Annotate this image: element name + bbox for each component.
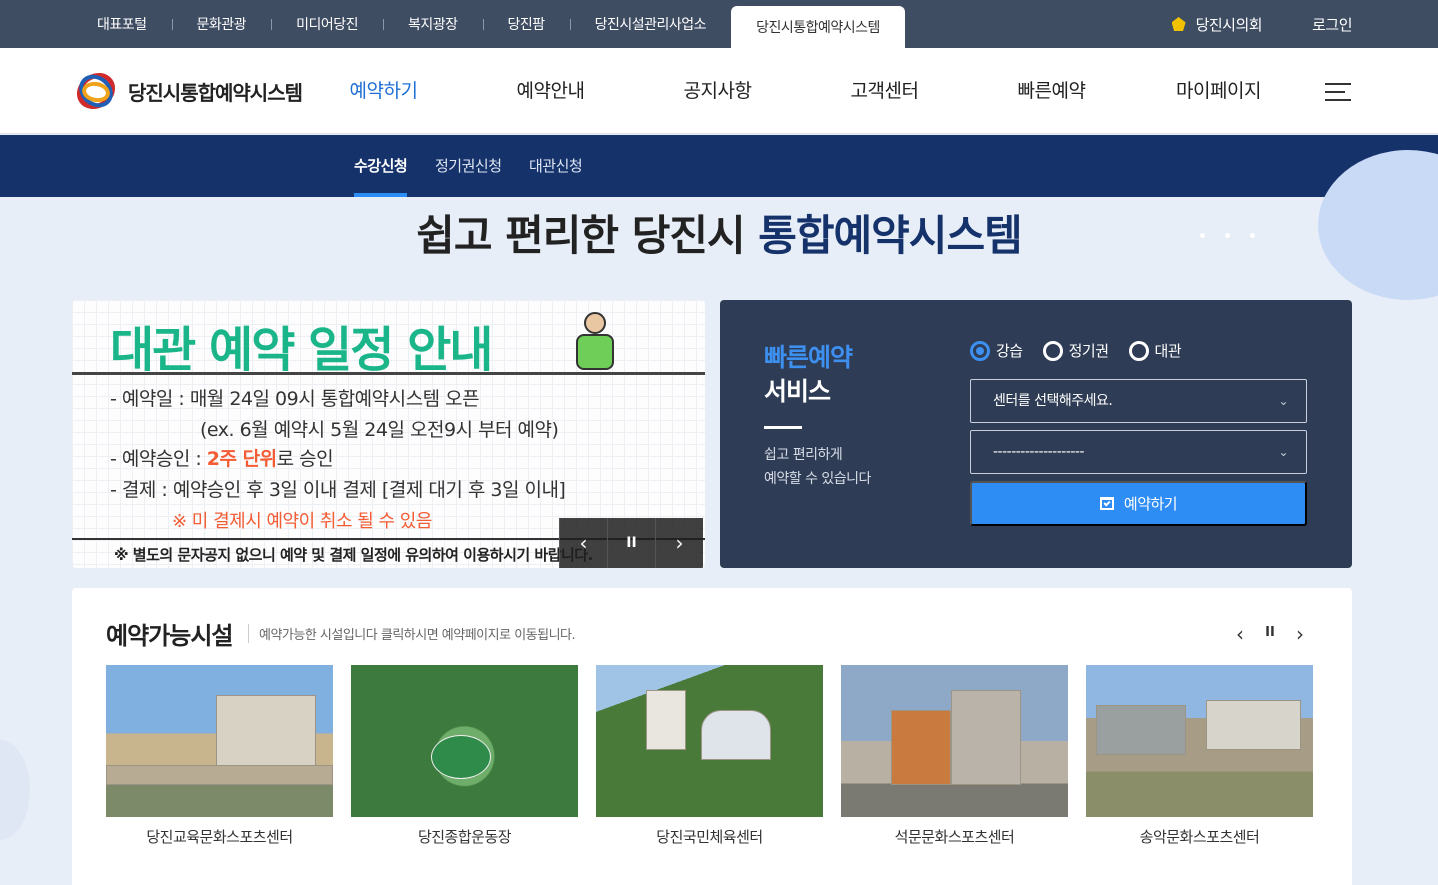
facility-card[interactable]: 당진국민체육센터	[596, 665, 823, 847]
portal-link-main[interactable]: 대표포털	[72, 0, 172, 48]
portal-links: 대표포털 문화관광 미디어당진 복지광장 당진팜 당진시설관리사업소 당진시통합…	[72, 0, 905, 48]
facility-photo	[1086, 665, 1313, 817]
logo-emblem-icon	[69, 65, 123, 117]
menu-icon[interactable]	[1325, 83, 1351, 101]
facilities-pause-button[interactable]: II	[1262, 622, 1278, 646]
quick-title-2: 서비스	[764, 377, 831, 406]
sub-nav: 수강신청 정기권신청 대관신청	[0, 135, 1438, 197]
facilities-subtitle: 예약가능한 시설입니다 클릭하시면 예약페이지로 이동됩니다.	[248, 624, 576, 643]
hero-title-plain: 쉽고 편리한 당진시	[416, 211, 759, 260]
facilities-prev-button[interactable]: ‹	[1232, 622, 1248, 646]
facility-photo	[351, 665, 578, 817]
nav-guide[interactable]: 예약안내	[467, 48, 634, 134]
banner-title: 대관 예약 일정 안내	[110, 322, 493, 378]
subnav-course[interactable]: 수강신청	[354, 135, 408, 197]
facility-name: 송악문화스포츠센터	[1139, 828, 1260, 846]
nav-mypage[interactable]: 마이페이지	[1135, 48, 1302, 134]
facility-cards: 당진교육문화스포츠센터 당진종합운동장 당진국민체육센터 석문문화스포츠센터 송…	[106, 665, 1313, 847]
hero-title: 쉽고 편리한 당진시 통합예약시스템	[0, 202, 1438, 263]
site-logo[interactable]: 당진시통합예약시스템	[69, 65, 303, 117]
radio-checked-icon	[970, 340, 990, 361]
banner-controls: ‹ II ›	[559, 518, 703, 568]
nav-support[interactable]: 고객센터	[801, 48, 968, 134]
radio-pass[interactable]: 정기권	[1042, 340, 1109, 361]
banner-line-2: (ex. 6월 예약시 5월 24일 오전9시 부터 예약)	[200, 419, 559, 441]
mascot-image	[564, 302, 624, 374]
banner-next-button[interactable]: ›	[655, 518, 703, 568]
logo-text: 당진시통합예약시스템	[128, 80, 303, 105]
portal-link-facility-office[interactable]: 당진시설관리사업소	[569, 0, 731, 48]
booking-type-radios: 강습 정기권 대관	[970, 340, 1182, 361]
facilities-title: 예약가능시설	[106, 622, 233, 650]
banner-note: ※ 별도의 문자공지 없으니 예약 및 결제 일정에 유의하여 이용하시기 바랍…	[114, 546, 593, 564]
facility-card[interactable]: 당진교육문화스포츠센터	[106, 665, 333, 847]
topbar-right: 당진시의회 로그인	[1171, 0, 1352, 48]
portal-link-culture[interactable]: 문화관광	[171, 0, 272, 48]
banner-warning: ※ 미 결제시 예약이 취소 될 수 있음	[172, 511, 432, 532]
notice-banner[interactable]: 대관 예약 일정 안내 - 예약일 : 매월 24일 09시 통합예약시스템 오…	[72, 300, 705, 568]
portal-link-welfare[interactable]: 복지광장	[382, 0, 483, 48]
banner-line-1: - 예약일 : 매월 24일 09시 통합예약시스템 오픈	[110, 388, 480, 410]
main-nav: 예약하기 예약안내 공지사항 고객센터 빠른예약 마이페이지	[300, 48, 1302, 134]
facility-photo	[841, 665, 1068, 817]
facility-name: 당진교육문화스포츠센터	[146, 828, 293, 846]
banner-line-4: - 결제 : 예약승인 후 3일 이내 결제 [결제 대기 후 3일 이내]	[110, 479, 566, 501]
radio-course[interactable]: 강습	[970, 340, 1023, 361]
portal-link-farm[interactable]: 당진팜	[482, 0, 570, 48]
portal-link-reservation[interactable]: 당진시통합예약시스템	[731, 6, 905, 48]
facility-photo	[106, 665, 333, 817]
subnav-pass[interactable]: 정기권신청	[435, 135, 502, 197]
quick-desc-1: 쉽고 편리하게	[764, 447, 843, 463]
quick-desc-2: 예약할 수 있습니다	[764, 471, 871, 487]
council-emblem-icon	[1171, 17, 1186, 31]
radio-unchecked-icon	[1128, 340, 1149, 361]
facilities-section: 예약가능시설 예약가능한 시설입니다 클릭하시면 예약페이지로 이동됩니다. ‹…	[72, 588, 1352, 885]
main-header: 당진시통합예약시스템 예약하기 예약안내 공지사항 고객센터 빠른예약 마이페이…	[0, 48, 1438, 134]
calendar-check-icon	[1099, 497, 1114, 510]
nav-notice[interactable]: 공지사항	[634, 48, 801, 134]
facility-card[interactable]: 석문문화스포츠센터	[841, 665, 1068, 847]
facilities-next-button[interactable]: ›	[1292, 622, 1308, 646]
facility-name: 석문문화스포츠센터	[894, 828, 1015, 846]
council-label: 당진시의회	[1195, 15, 1263, 34]
reserve-button[interactable]: 예약하기	[970, 481, 1307, 526]
program-select[interactable]: -------------------- ⌄	[970, 430, 1307, 474]
facility-card[interactable]: 당진종합운동장	[351, 665, 578, 847]
facility-photo	[596, 665, 823, 817]
chevron-down-icon: ⌄	[1278, 445, 1288, 459]
facilities-controls: ‹ II ›	[1232, 622, 1308, 646]
council-link[interactable]: 당진시의회	[1171, 14, 1263, 35]
nav-reserve[interactable]: 예약하기	[300, 48, 467, 134]
top-utility-bar: 대표포털 문화관광 미디어당진 복지광장 당진팜 당진시설관리사업소 당진시통합…	[0, 0, 1438, 48]
login-link[interactable]: 로그인	[1312, 14, 1352, 35]
radio-rental[interactable]: 대관	[1128, 340, 1182, 361]
nav-quick-reserve[interactable]: 빠른예약	[968, 48, 1135, 134]
radio-unchecked-icon	[1042, 340, 1063, 361]
quick-booking-panel: 빠른예약 서비스 쉽고 편리하게 예약할 수 있습니다 강습 정기권 대관 센터…	[720, 300, 1352, 568]
banner-prev-button[interactable]: ‹	[559, 518, 607, 568]
facility-name: 당진국민체육센터	[656, 828, 763, 846]
portal-link-media[interactable]: 미디어당진	[271, 0, 383, 48]
hero-title-bold: 통합예약시스템	[758, 211, 1022, 260]
decorative-shape	[0, 740, 30, 840]
facility-card[interactable]: 송악문화스포츠센터	[1086, 665, 1313, 847]
banner-pause-button[interactable]: II	[607, 518, 655, 568]
subnav-rental[interactable]: 대관신청	[529, 135, 583, 197]
quick-title-1: 빠른예약	[764, 343, 853, 372]
chevron-down-icon: ⌄	[1278, 394, 1288, 408]
banner-line-3: - 예약승인 : 2주 단위로 승인	[110, 448, 334, 470]
facility-name: 당진종합운동장	[417, 828, 512, 846]
center-select[interactable]: 센터를 선택해주세요. ⌄	[970, 379, 1307, 423]
